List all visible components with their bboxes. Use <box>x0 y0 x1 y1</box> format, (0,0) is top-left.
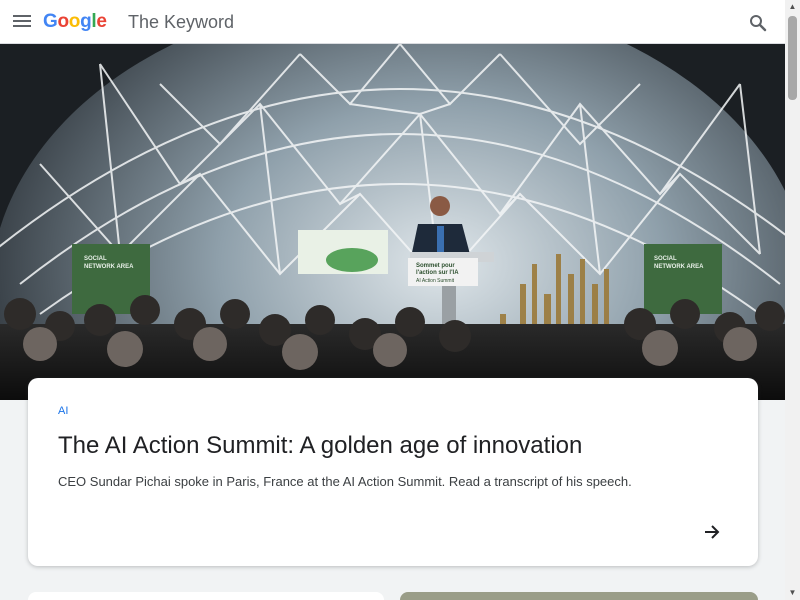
featured-article-card[interactable]: AI The AI Action Summit: A golden age of… <box>28 378 758 566</box>
podium-sign-line-2: l'action sur l'IA <box>416 270 459 276</box>
article-description: CEO Sundar Pichai spoke in Paris, France… <box>58 474 632 489</box>
scroll-down-arrow-icon[interactable]: ▼ <box>785 586 800 600</box>
right-sign-line-1: SOCIAL <box>654 256 677 262</box>
hero-image[interactable]: SOCIAL NETWORK AREA SOCIAL NETWORK AREA … <box>0 44 785 400</box>
arrow-right-icon[interactable] <box>702 522 722 542</box>
page-scrollbar[interactable]: ▲ ▼ <box>785 0 800 600</box>
podium-sign-line-1: Sommet pour <box>416 263 455 269</box>
google-logo[interactable]: Google <box>43 11 107 33</box>
scrollbar-thumb[interactable] <box>788 16 797 100</box>
next-article-card-right[interactable] <box>400 592 758 600</box>
article-title[interactable]: The AI Action Summit: A golden age of in… <box>58 432 582 460</box>
podium-sign-line-3: AI Action Summit <box>416 278 455 284</box>
scroll-up-arrow-icon[interactable]: ▲ <box>785 0 800 14</box>
site-header: Google The Keyword <box>0 0 785 44</box>
left-sign-line-1: SOCIAL <box>84 256 107 262</box>
search-icon[interactable] <box>749 14 767 32</box>
next-article-card-left[interactable] <box>28 592 384 600</box>
hamburger-menu-icon[interactable] <box>13 15 31 29</box>
site-title[interactable]: The Keyword <box>128 12 234 33</box>
article-category-tag[interactable]: AI <box>58 405 68 417</box>
right-sign-line-2: NETWORK AREA <box>654 264 704 270</box>
left-sign-line-2: NETWORK AREA <box>84 264 134 270</box>
